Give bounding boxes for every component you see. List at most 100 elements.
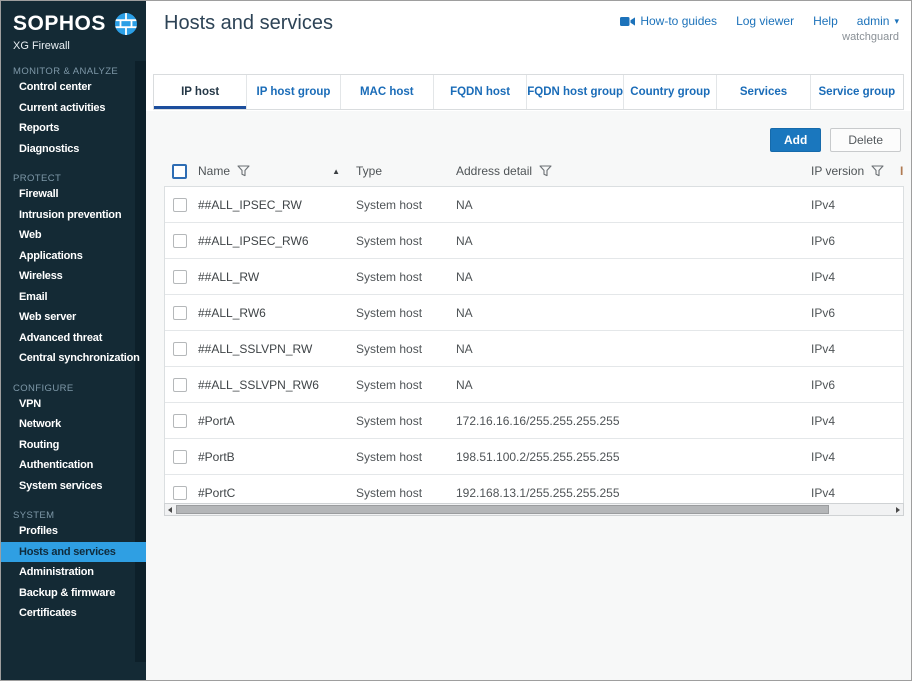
tab-bar: IP host IP host group MAC host FQDN host…	[153, 74, 904, 110]
cell-ip-version: IPv4	[811, 342, 903, 356]
table-row[interactable]: ##ALL_RW System host NA IPv4	[165, 259, 903, 295]
table-row[interactable]: ##ALL_SSLVPN_RW6 System host NA IPv6	[165, 367, 903, 403]
sidebar-item-web-server[interactable]: Web server	[1, 307, 146, 328]
sophos-firewall-circle-icon	[113, 11, 139, 37]
cell-type: System host	[356, 378, 456, 392]
sidebar-item-certificates[interactable]: Certificates	[1, 603, 146, 624]
cell-type: System host	[356, 342, 456, 356]
sidebar-item-control-center[interactable]: Control center	[1, 77, 146, 98]
log-viewer-link[interactable]: Log viewer	[736, 14, 794, 28]
sidebar-item-hosts-and-services[interactable]: Hosts and services	[1, 542, 146, 563]
sidebar-item-current-activities[interactable]: Current activities	[1, 98, 146, 119]
tab-service-group[interactable]: Service group	[811, 75, 903, 109]
filter-funnel-icon[interactable]	[871, 165, 884, 177]
chevron-down-icon: ▾	[894, 17, 899, 26]
cell-address: 172.16.16.16/255.255.255.255	[456, 414, 811, 428]
video-camera-icon	[620, 16, 635, 27]
sophos-logo: SOPHOS	[13, 12, 106, 36]
cell-ip-version: IPv4	[811, 486, 903, 500]
hosts-table: Name ▲ Type Address detail IP version	[164, 156, 904, 511]
sidebar-item-applications[interactable]: Applications	[1, 246, 146, 267]
cell-name: ##ALL_IPSEC_RW6	[198, 234, 356, 248]
cell-address: NA	[456, 378, 811, 392]
sidebar-item-web[interactable]: Web	[1, 225, 146, 246]
row-checkbox[interactable]	[173, 378, 187, 392]
cell-type: System host	[356, 486, 456, 500]
how-to-guides-link[interactable]: How-to guides	[620, 14, 717, 28]
cell-address: 198.51.100.2/255.255.255.255	[456, 450, 811, 464]
sidebar-item-firewall[interactable]: Firewall	[1, 184, 146, 205]
cell-name: ##ALL_IPSEC_RW	[198, 198, 356, 212]
add-button[interactable]: Add	[770, 128, 821, 152]
filter-funnel-icon[interactable]	[539, 165, 552, 177]
cell-name: ##ALL_SSLVPN_RW6	[198, 378, 356, 392]
sort-ascending-icon[interactable]: ▲	[332, 167, 340, 176]
scrollbar-track[interactable]	[175, 504, 893, 515]
sidebar-item-advanced-threat[interactable]: Advanced threat	[1, 328, 146, 349]
sidebar-item-authentication[interactable]: Authentication	[1, 455, 146, 476]
brand-block: SOPHOS XG Firewall	[1, 1, 146, 52]
sidebar-item-network[interactable]: Network	[1, 414, 146, 435]
tab-mac-host[interactable]: MAC host	[341, 75, 434, 109]
sidebar-item-routing[interactable]: Routing	[1, 435, 146, 456]
scroll-right-arrow[interactable]	[893, 504, 903, 515]
table-row[interactable]: ##ALL_IPSEC_RW6 System host NA IPv6	[165, 223, 903, 259]
tab-fqdn-host-group[interactable]: FQDN host group	[527, 75, 624, 109]
admin-menu[interactable]: admin ▾	[857, 14, 899, 28]
account-name: watchguard	[842, 31, 899, 43]
column-header-ip-version: IP version	[811, 164, 864, 178]
row-checkbox[interactable]	[173, 234, 187, 248]
header-links: How-to guides Log viewer Help admin ▾	[620, 14, 899, 28]
cell-address: NA	[456, 234, 811, 248]
product-name: XG Firewall	[13, 40, 146, 52]
sidebar-item-intrusion-prevention[interactable]: Intrusion prevention	[1, 205, 146, 226]
tab-ip-host-group[interactable]: IP host group	[247, 75, 340, 109]
sidebar-item-central-synchronization[interactable]: Central synchronization	[1, 348, 146, 369]
sidebar-item-vpn[interactable]: VPN	[1, 394, 146, 415]
cell-type: System host	[356, 270, 456, 284]
delete-button[interactable]: Delete	[830, 128, 901, 152]
sidebar-item-email[interactable]: Email	[1, 287, 146, 308]
how-to-guides-label: How-to guides	[640, 14, 717, 28]
row-checkbox[interactable]	[173, 342, 187, 356]
cell-address: NA	[456, 198, 811, 212]
tab-fqdn-host[interactable]: FQDN host	[434, 75, 527, 109]
cell-name: #PortA	[198, 414, 356, 428]
row-checkbox[interactable]	[173, 414, 187, 428]
toolbar: Add Delete	[770, 128, 901, 152]
sidebar-item-profiles[interactable]: Profiles	[1, 521, 146, 542]
tab-services[interactable]: Services	[717, 75, 810, 109]
scroll-left-arrow[interactable]	[165, 504, 175, 515]
row-checkbox[interactable]	[173, 270, 187, 284]
cell-type: System host	[356, 234, 456, 248]
sidebar-item-wireless[interactable]: Wireless	[1, 266, 146, 287]
tab-country-group[interactable]: Country group	[624, 75, 717, 109]
table-row[interactable]: ##ALL_RW6 System host NA IPv6	[165, 295, 903, 331]
table-row[interactable]: ##ALL_IPSEC_RW System host NA IPv4	[165, 187, 903, 223]
table-body: ##ALL_IPSEC_RW System host NA IPv4 ##ALL…	[164, 186, 904, 511]
sidebar-item-diagnostics[interactable]: Diagnostics	[1, 139, 146, 160]
sidebar-item-system-services[interactable]: System services	[1, 476, 146, 497]
row-checkbox[interactable]	[173, 306, 187, 320]
cell-ip-version: IPv4	[811, 198, 903, 212]
scrollbar-thumb[interactable]	[176, 505, 829, 514]
tab-ip-host[interactable]: IP host	[154, 75, 247, 109]
cell-address: NA	[456, 342, 811, 356]
sidebar-item-backup-firmware[interactable]: Backup & firmware	[1, 583, 146, 604]
admin-label: admin	[857, 14, 890, 28]
table-row[interactable]: ##ALL_SSLVPN_RW System host NA IPv4	[165, 331, 903, 367]
table-row[interactable]: #PortA System host 172.16.16.16/255.255.…	[165, 403, 903, 439]
sidebar-item-administration[interactable]: Administration	[1, 562, 146, 583]
cell-address: NA	[456, 270, 811, 284]
cell-address: NA	[456, 306, 811, 320]
row-checkbox[interactable]	[173, 450, 187, 464]
sidebar-item-reports[interactable]: Reports	[1, 118, 146, 139]
filter-funnel-icon[interactable]	[237, 165, 250, 177]
table-row[interactable]: #PortB System host 198.51.100.2/255.255.…	[165, 439, 903, 475]
row-checkbox[interactable]	[173, 486, 187, 500]
select-all-checkbox[interactable]	[172, 164, 187, 179]
row-checkbox[interactable]	[173, 198, 187, 212]
column-header-type: Type	[356, 164, 382, 178]
section-header-monitor: MONITOR & ANALYZE	[1, 61, 146, 77]
help-link[interactable]: Help	[813, 14, 838, 28]
